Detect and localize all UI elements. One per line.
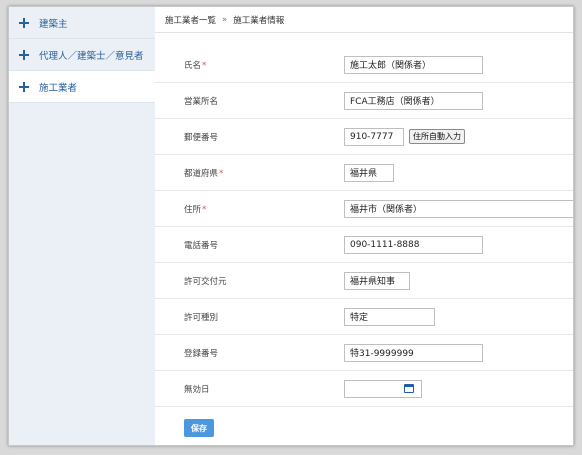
form-row-zip: 郵便番号 910-7777 住所自動入力	[155, 119, 573, 155]
field-label: 氏名*	[184, 60, 207, 71]
required-mark: *	[202, 204, 207, 215]
save-button[interactable]: 保存	[184, 419, 214, 437]
required-mark: *	[202, 60, 207, 71]
field-label: 許可種別	[184, 312, 219, 323]
form-row-registration: 登録番号 特31-9999999	[155, 335, 573, 371]
field-label: 登録番号	[184, 348, 219, 359]
plus-icon	[17, 80, 31, 94]
prefecture-input[interactable]: 福井県	[344, 163, 394, 182]
main-content: 施工業者一覧 » 施工業者情報 氏名* 施工太郎（関係者） 営業所名 FCA工務…	[155, 7, 573, 445]
form-row-permit-type: 許可種別 特定	[155, 299, 573, 335]
breadcrumb: 施工業者一覧 » 施工業者情報	[155, 7, 573, 33]
form-row-expiry: 無効日	[155, 371, 573, 407]
field-label: 都道府県*	[184, 168, 224, 179]
field-label: 電話番号	[184, 240, 219, 251]
breadcrumb-current: 施工業者情報	[233, 15, 285, 26]
required-mark: *	[219, 168, 224, 179]
breadcrumb-parent-link[interactable]: 施工業者一覧	[165, 14, 216, 26]
field-label: 郵便番号	[184, 132, 219, 143]
field-label: 住所*	[184, 204, 207, 215]
form-row-issuer: 許可交付元 福井県知事	[155, 263, 573, 299]
field-label: 許可交付元	[184, 276, 227, 287]
permit-type-input[interactable]: 特定	[344, 307, 435, 326]
breadcrumb-separator: »	[222, 14, 228, 25]
sidebar-item-label: 建築主	[39, 18, 68, 30]
form-row-phone: 電話番号 090-1111-8888	[155, 227, 573, 263]
form-row-prefecture: 都道府県* 福井県	[155, 155, 573, 191]
sidebar-item-contractor[interactable]: 施工業者	[9, 71, 155, 103]
registration-input[interactable]: 特31-9999999	[344, 343, 483, 362]
sidebar-item-label: 施工業者	[39, 82, 78, 94]
field-label: 営業所名	[184, 96, 219, 107]
office-input[interactable]: FCA工務店（関係者）	[344, 91, 483, 110]
address-input[interactable]: 福井市（関係者）	[344, 199, 573, 218]
sidebar-item-label: 代理人／建築士／意見者	[39, 50, 144, 62]
zip-input[interactable]: 910-7777	[344, 127, 404, 146]
phone-input[interactable]: 090-1111-8888	[344, 235, 483, 254]
plus-icon	[17, 48, 31, 62]
form-row-office: 営業所名 FCA工務店（関係者）	[155, 83, 573, 119]
calendar-icon[interactable]	[404, 384, 414, 393]
sidebar: 建築主 代理人／建築士／意見者 施工業者	[9, 7, 155, 445]
field-label: 無効日	[184, 384, 210, 395]
name-input[interactable]: 施工太郎（関係者）	[344, 55, 483, 74]
plus-icon	[17, 16, 31, 30]
auto-address-button[interactable]: 住所自動入力	[409, 129, 465, 144]
app-window: 建築主 代理人／建築士／意見者 施工業者 施工業者一覧 » 施工業者情報 氏名*…	[8, 6, 574, 446]
form-row-name: 氏名* 施工太郎（関係者）	[155, 47, 573, 83]
issuer-input[interactable]: 福井県知事	[344, 271, 410, 290]
sidebar-item-owner[interactable]: 建築主	[9, 7, 155, 39]
form-row-address: 住所* 福井市（関係者）	[155, 191, 573, 227]
sidebar-item-agent[interactable]: 代理人／建築士／意見者	[9, 39, 155, 71]
